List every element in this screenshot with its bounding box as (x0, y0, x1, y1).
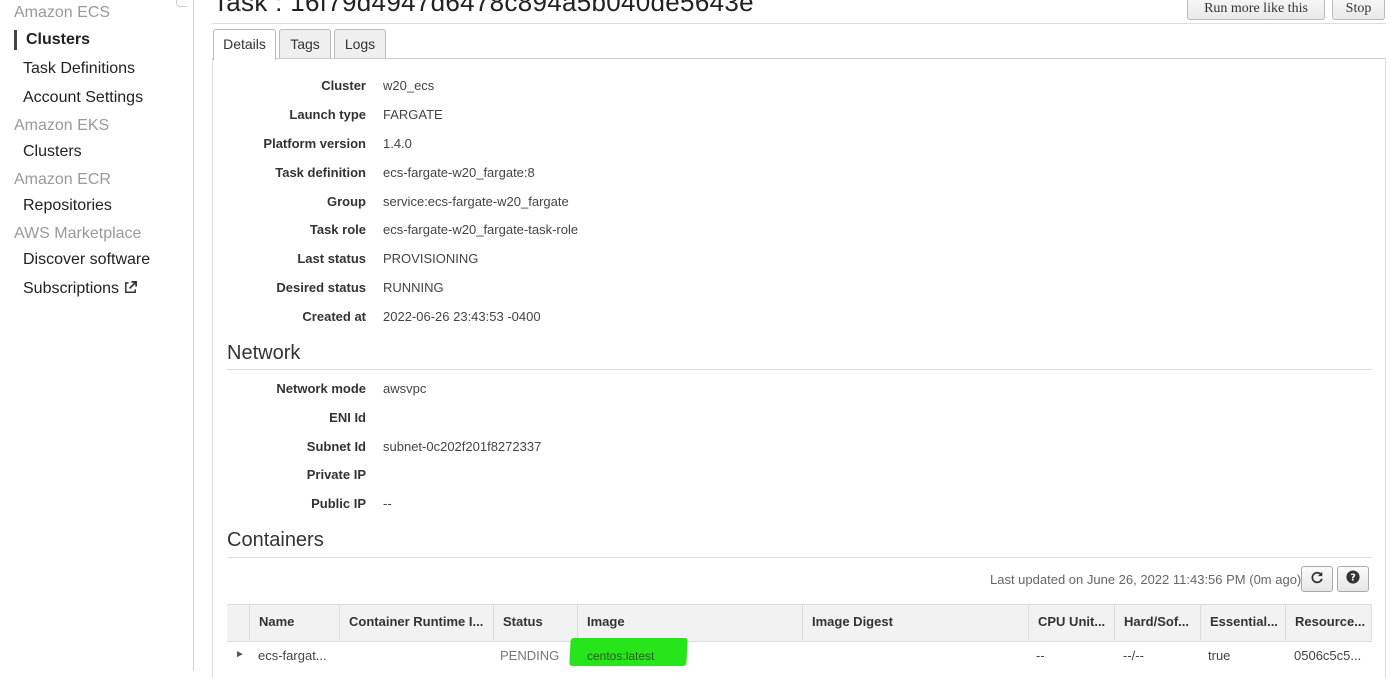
network-divider (227, 369, 1372, 370)
network-mode-label: Network mode (276, 381, 366, 396)
column-essential[interactable]: Essential... (1200, 604, 1285, 640)
desired-status-label: Desired status (276, 280, 366, 295)
private-ip-label: Private IP (306, 467, 366, 482)
sidebar-item-subscriptions[interactable]: Subscriptions (23, 280, 138, 300)
help-icon: ? (1346, 569, 1360, 589)
header-divider (212, 23, 1386, 24)
sidebar-item-discover-software[interactable]: Discover software (23, 251, 150, 269)
sidebar-item-task-definitions[interactable]: Task Definitions (23, 60, 135, 78)
column-name[interactable]: Name (249, 604, 340, 640)
subnet-id-label: Subnet Id (306, 439, 366, 454)
sidebar-group-amazon-ecr: Amazon ECR (14, 171, 111, 188)
refresh-icon (1310, 570, 1324, 589)
task-definition-label: Task definition (275, 165, 366, 180)
cell-image: centos:latest (587, 649, 655, 663)
platform-version-label: Platform version (263, 136, 366, 151)
sidebar-item-clusters[interactable]: Clusters (26, 31, 90, 49)
sidebar-item-account-settings[interactable]: Account Settings (23, 89, 143, 107)
external-link-icon (123, 280, 138, 300)
run-more-button[interactable]: Run more like this (1187, 0, 1325, 20)
desired-status-value: RUNNING (383, 280, 444, 295)
task-definition-value: ecs-fargate-w20_fargate:8 (383, 165, 535, 180)
tab-tags[interactable]: Tags (279, 29, 331, 59)
last-status-value: PROVISIONING (383, 251, 479, 266)
platform-version-value: 1.4.0 (383, 136, 412, 151)
group-label: Group (327, 194, 366, 209)
created-at-value: 2022-06-26 23:43:53 -0400 (383, 309, 541, 324)
expand-row-icon[interactable]: ► (235, 649, 245, 660)
svg-text:?: ? (1350, 572, 1356, 583)
sidebar-group-amazon-ecs: Amazon ECS (14, 4, 111, 21)
public-ip-label: Public IP (311, 496, 366, 511)
sidebar-item-eks-clusters[interactable]: Clusters (23, 143, 82, 161)
column-resource[interactable]: Resource... (1285, 604, 1372, 640)
sidebar-collapse-handle[interactable] (176, 0, 187, 7)
network-section-title: Network (227, 342, 301, 364)
column-status[interactable]: Status (493, 604, 577, 640)
column-hard-soft[interactable]: Hard/Sof... (1114, 604, 1200, 640)
help-button[interactable]: ? (1337, 566, 1369, 592)
cell-status: PENDING (500, 648, 560, 663)
launch-type-value: FARGATE (383, 107, 443, 122)
created-at-label: Created at (302, 309, 366, 324)
column-cpu-units[interactable]: CPU Unit... (1028, 604, 1114, 640)
cell-hard-soft: --/-- (1123, 648, 1144, 663)
last-updated-text: Last updated on June 26, 2022 11:43:56 P… (990, 572, 1302, 587)
sidebar-item-subscriptions-label: Subscriptions (23, 280, 120, 297)
eni-id-label: ENI Id (329, 410, 366, 425)
last-status-label: Last status (297, 251, 366, 266)
launch-type-label: Launch type (289, 107, 366, 122)
cluster-value: w20_ecs (383, 78, 435, 93)
column-image[interactable]: Image (577, 604, 802, 640)
containers-divider (227, 557, 1372, 558)
sidebar-item-repositories[interactable]: Repositories (23, 197, 112, 215)
stop-button[interactable]: Stop (1332, 0, 1385, 20)
refresh-button[interactable] (1301, 566, 1333, 592)
page-title: Task : 16f79d4947d6478c894a5b040de5643e (213, 0, 754, 17)
active-indicator (14, 30, 17, 50)
cell-essential: true (1208, 648, 1231, 663)
subnet-id-value: subnet-0c202f201f8272337 (383, 439, 542, 454)
task-role-value: ecs-fargate-w20_fargate-task-role (383, 222, 579, 237)
column-container-runtime[interactable]: Container Runtime I... (339, 604, 493, 640)
cell-resource: 0506c5c5... (1294, 648, 1362, 663)
containers-section-title: Containers (227, 529, 324, 551)
group-value: service:ecs-fargate-w20_fargate (383, 194, 569, 209)
cell-cpu-units: -- (1036, 648, 1045, 663)
sidebar-group-aws-marketplace: AWS Marketplace (14, 225, 142, 242)
sidebar-group-amazon-eks: Amazon EKS (14, 117, 110, 134)
network-mode-value: awsvpc (383, 381, 427, 396)
cell-name[interactable]: ecs-fargat... (258, 648, 327, 663)
public-ip-value: -- (383, 496, 392, 511)
tab-logs[interactable]: Logs (334, 29, 386, 59)
column-image-digest[interactable]: Image Digest (802, 604, 1028, 640)
tab-details[interactable]: Details (213, 29, 276, 60)
sidebar: Amazon ECS Clusters Task Definitions Acc… (0, 0, 194, 671)
cluster-label: Cluster (321, 78, 366, 93)
task-role-label: Task role (309, 222, 366, 237)
